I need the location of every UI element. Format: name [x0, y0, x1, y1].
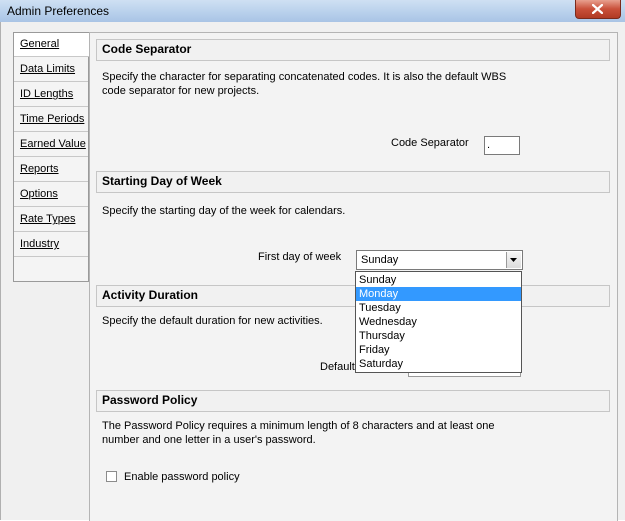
tab-list: General Data Limits ID Lengths Time Peri… [13, 32, 90, 282]
first-day-label: First day of week [258, 251, 342, 263]
option-wednesday[interactable]: Wednesday [356, 315, 521, 329]
option-sunday[interactable]: Sunday [356, 273, 521, 287]
option-thursday[interactable]: Thursday [356, 329, 521, 343]
chevron-down-icon [510, 258, 517, 262]
close-button[interactable] [575, 0, 621, 19]
content-panel: Code Separator Specify the character for… [89, 32, 618, 521]
section-title: Password Policy [102, 393, 198, 407]
tab-id-lengths[interactable]: ID Lengths [14, 83, 88, 107]
first-day-dropdown-list[interactable]: Sunday Monday Tuesday Wednesday Thursday… [355, 271, 522, 373]
option-tuesday[interactable]: Tuesday [356, 301, 521, 315]
section-title: Starting Day of Week [102, 174, 222, 188]
close-icon [592, 4, 603, 14]
tab-general[interactable]: General [14, 33, 90, 57]
option-monday[interactable]: Monday [356, 287, 521, 301]
first-day-selected-value: Sunday [361, 254, 399, 266]
section-title: Code Separator [102, 42, 192, 56]
first-day-select[interactable]: Sunday [356, 250, 523, 270]
tab-industry[interactable]: Industry [14, 233, 88, 257]
tab-reports[interactable]: Reports [14, 158, 88, 182]
tab-options[interactable]: Options [14, 183, 88, 207]
enable-password-policy-checkbox[interactable] [106, 471, 117, 482]
password-policy-description-line2: number and one letter in a user's passwo… [102, 434, 316, 446]
tab-data-limits[interactable]: Data Limits [14, 58, 88, 82]
activity-duration-description: Specify the default duration for new act… [102, 315, 323, 327]
dialog-body: General Data Limits ID Lengths Time Peri… [0, 22, 625, 521]
tab-rate-types[interactable]: Rate Types [14, 208, 88, 232]
code-separator-input[interactable]: . [484, 136, 520, 155]
tab-time-periods[interactable]: Time Periods [14, 108, 88, 132]
window-title: Admin Preferences [7, 4, 110, 18]
code-separator-description-line2: code separator for new projects. [102, 85, 260, 97]
code-separator-label: Code Separator [391, 137, 469, 149]
option-saturday[interactable]: Saturday [356, 357, 521, 371]
dropdown-button[interactable] [506, 252, 521, 268]
starting-day-description: Specify the starting day of the week for… [102, 205, 346, 217]
section-title: Activity Duration [102, 288, 199, 302]
section-header-code-separator: Code Separator [96, 39, 610, 61]
default-duration-label: Default [320, 361, 355, 373]
enable-password-policy-label[interactable]: Enable password policy [124, 471, 240, 483]
password-policy-description-line1: The Password Policy requires a minimum l… [102, 420, 495, 432]
code-separator-description-line1: Specify the character for separating con… [102, 71, 507, 83]
title-bar: Admin Preferences [0, 0, 625, 23]
section-header-activity-duration: Activity Duration [96, 285, 610, 307]
section-header-starting-day: Starting Day of Week [96, 171, 610, 193]
section-header-password-policy: Password Policy [96, 390, 610, 412]
tab-earned-value[interactable]: Earned Value [14, 133, 88, 157]
option-friday[interactable]: Friday [356, 343, 521, 357]
